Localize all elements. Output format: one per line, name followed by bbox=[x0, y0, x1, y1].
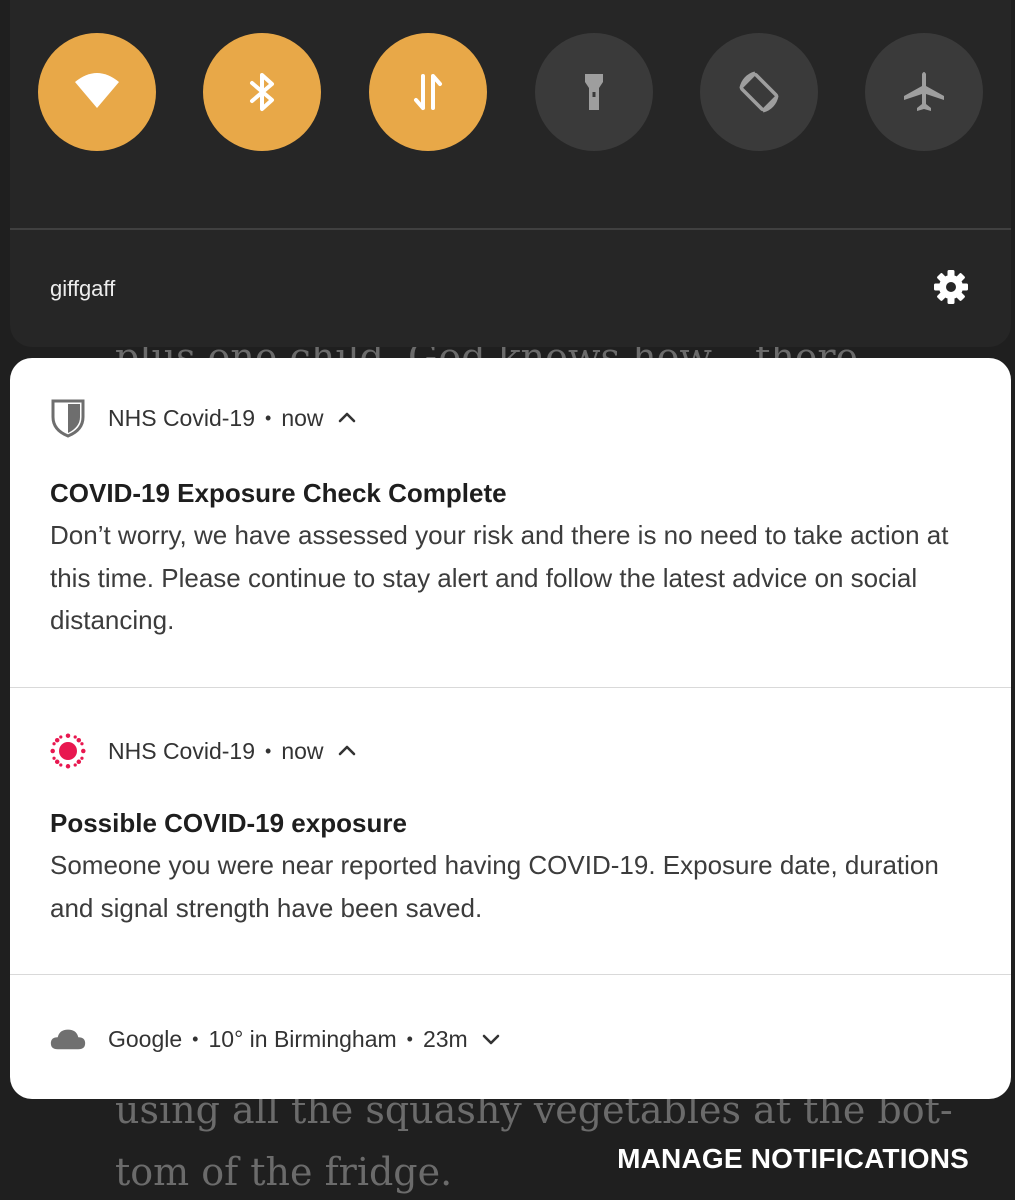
app-name: NHS Covid-19 bbox=[108, 404, 255, 431]
notification-header: NHS Covid-19 • now bbox=[50, 399, 358, 438]
wifi-tile[interactable] bbox=[38, 33, 156, 151]
notification-time: 23m bbox=[422, 1025, 468, 1052]
notification-time: now bbox=[281, 404, 324, 431]
notification-body: Someone you were near reported having CO… bbox=[50, 850, 939, 923]
notification-body: Don’t worry, we have assessed your risk … bbox=[50, 520, 949, 635]
notification-header: Google • 10° in Birmingham • 23m bbox=[50, 1021, 502, 1057]
flashlight-tile[interactable] bbox=[535, 33, 653, 151]
notification-title: Possible COVID-19 exposure bbox=[50, 808, 407, 838]
wifi-icon bbox=[75, 73, 119, 108]
airplane-icon bbox=[904, 72, 944, 111]
app-name: Google bbox=[108, 1025, 183, 1052]
virus-icon bbox=[50, 733, 86, 769]
bluetooth-icon bbox=[250, 73, 274, 111]
notification-exposure-check[interactable]: NHS Covid-19 • now COVID-19 Exposure Che… bbox=[10, 358, 1011, 687]
separator-dot: • bbox=[406, 1028, 413, 1049]
notification-possible-exposure[interactable]: NHS Covid-19 • now Possible COVID-19 exp… bbox=[10, 688, 1011, 974]
airplane-mode-tile[interactable] bbox=[865, 33, 983, 151]
auto-rotate-tile[interactable] bbox=[700, 33, 818, 151]
separator-dot: • bbox=[265, 407, 272, 428]
quick-settings-panel: giffgaff bbox=[10, 0, 1011, 347]
chevron-up-icon[interactable] bbox=[336, 407, 358, 429]
separator-dot: • bbox=[192, 1028, 199, 1049]
background-article-text: tom of the fridge. bbox=[115, 1150, 453, 1194]
app-name: NHS Covid-19 bbox=[108, 737, 255, 764]
shield-icon bbox=[50, 399, 86, 438]
weather-summary: 10° in Birmingham bbox=[208, 1025, 397, 1052]
chevron-down-icon[interactable] bbox=[480, 1028, 502, 1050]
notification-card: NHS Covid-19 • now COVID-19 Exposure Che… bbox=[10, 358, 1011, 1099]
separator-dot: • bbox=[265, 740, 272, 761]
gear-icon[interactable] bbox=[932, 268, 970, 306]
data-arrows-icon bbox=[414, 74, 442, 110]
cloud-icon bbox=[50, 1021, 86, 1057]
carrier-name: giffgaff bbox=[50, 276, 116, 301]
quick-settings-divider bbox=[10, 228, 1011, 230]
notification-header: NHS Covid-19 • now bbox=[50, 733, 358, 769]
chevron-up-icon[interactable] bbox=[336, 740, 358, 762]
flashlight-icon bbox=[585, 74, 603, 110]
notification-google-weather[interactable]: Google • 10° in Birmingham • 23m bbox=[10, 975, 1011, 1099]
mobile-data-tile[interactable] bbox=[369, 33, 487, 151]
notification-time: now bbox=[281, 737, 324, 764]
manage-notifications-button[interactable]: MANAGE NOTIFICATIONS bbox=[617, 1143, 969, 1175]
bluetooth-tile[interactable] bbox=[203, 33, 321, 151]
rotate-icon bbox=[739, 71, 779, 113]
notification-title: COVID-19 Exposure Check Complete bbox=[50, 478, 507, 508]
